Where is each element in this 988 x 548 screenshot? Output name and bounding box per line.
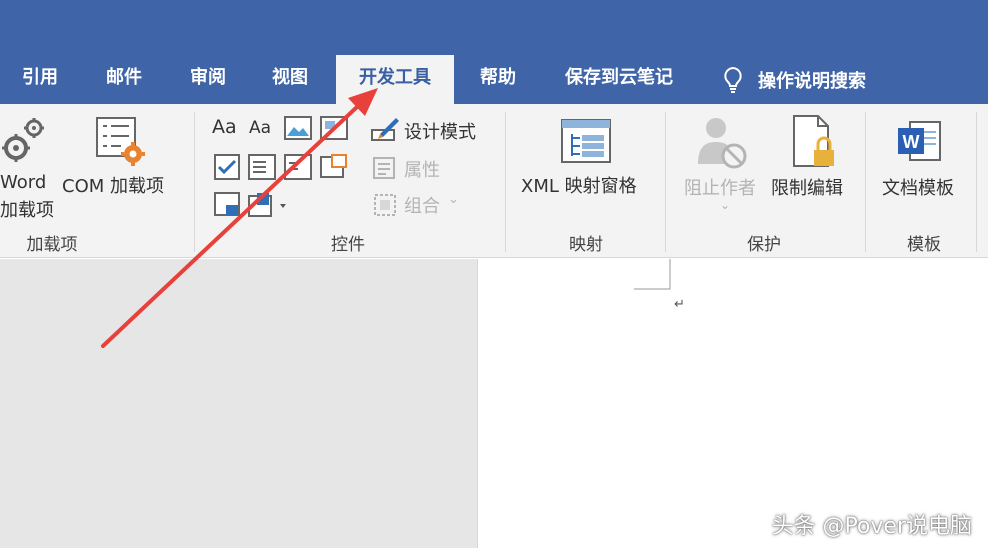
watermark: 头条 @Pover说电脑 (771, 514, 972, 539)
annotation-arrow (101, 88, 378, 348)
